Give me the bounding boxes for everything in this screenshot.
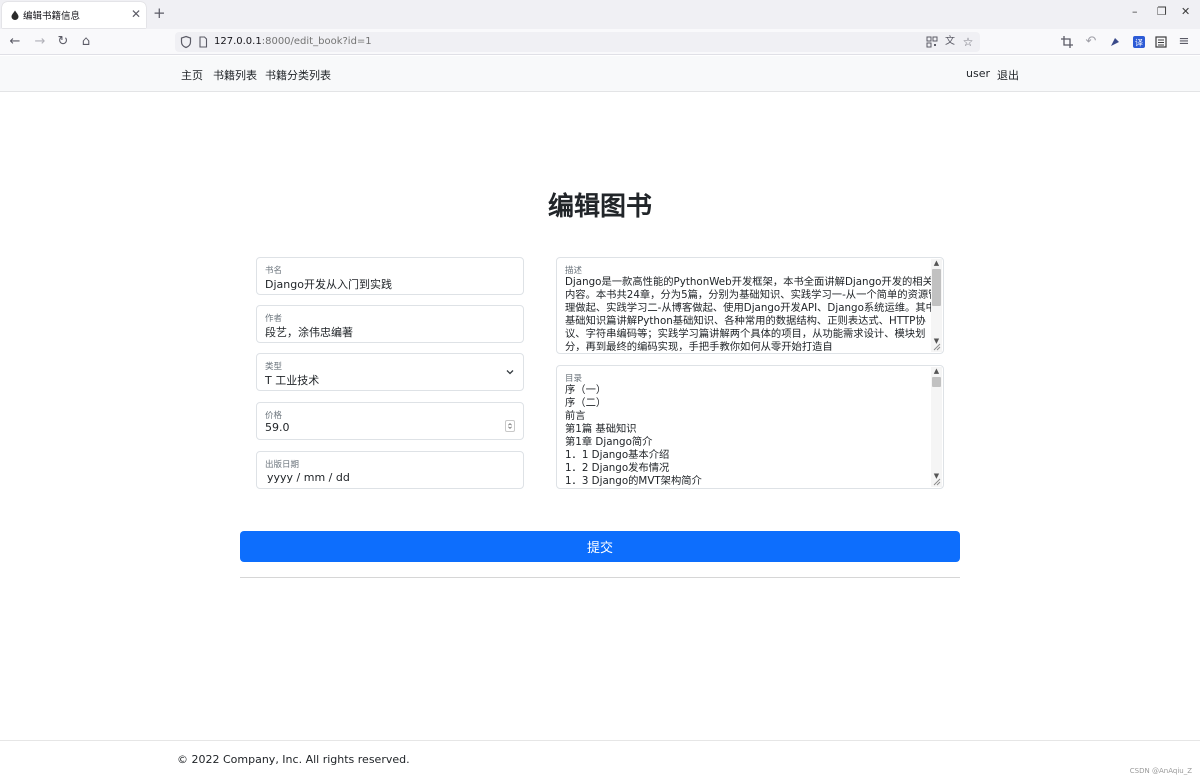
type-value[interactable]: T 工业技术: [265, 372, 319, 388]
submit-button[interactable]: 提交: [240, 531, 960, 562]
undo-icon[interactable]: ↶: [1083, 34, 1099, 50]
url-path: :8000/edit_book?id=1: [261, 36, 372, 47]
translate-extension-icon[interactable]: 译: [1131, 34, 1147, 50]
browser-tab-active[interactable]: 编辑书籍信息 ✕: [2, 2, 146, 28]
scrollbar-thumb[interactable]: [932, 377, 941, 387]
scrollbar-thumb[interactable]: [932, 269, 941, 306]
nav-logout-link[interactable]: 退出: [997, 67, 1019, 83]
toc-text[interactable]: 序（一） 序（二） 前言 第1篇 基础知识 第1章 Django简介 1．1 D…: [565, 384, 942, 488]
menu-icon[interactable]: ≡: [1176, 34, 1192, 50]
tab-close-icon[interactable]: ✕: [131, 7, 141, 21]
address-bar[interactable]: 127.0.0.1:8000/edit_book?id=1 文 ☆: [175, 32, 980, 52]
crop-icon[interactable]: [1059, 34, 1075, 50]
restore-icon[interactable]: ❐: [1157, 6, 1167, 18]
nav-category-list-link[interactable]: 书籍分类列表: [265, 67, 331, 83]
minimize-icon[interactable]: –: [1132, 6, 1138, 18]
qr-icon[interactable]: [925, 35, 939, 49]
description-text[interactable]: Django是一款高性能的PythonWeb开发框架，本书全面讲解Django开…: [565, 276, 942, 354]
price-label: 价格: [265, 411, 283, 421]
toc-line: 1．1 Django基本介绍: [565, 449, 670, 461]
author-label: 作者: [265, 314, 283, 324]
author-value[interactable]: 段艺，涂伟忠编著: [265, 324, 353, 340]
publish-date-placeholder[interactable]: yyyy / mm / dd: [267, 471, 350, 484]
book-name-value[interactable]: Django开发从入门到实践: [265, 276, 392, 292]
nav-home-link[interactable]: 主页: [181, 67, 203, 83]
toc-line: 前言: [565, 410, 586, 422]
translate-icon[interactable]: 文: [943, 35, 957, 49]
resize-grip-icon[interactable]: [933, 478, 941, 486]
toc-line: 序（一）: [565, 384, 607, 396]
chevron-down-icon[interactable]: [505, 367, 515, 377]
type-label: 类型: [265, 362, 283, 372]
price-field[interactable]: 价格 59.0: [256, 402, 524, 440]
toc-line: 1．3 Django的MVT架构简介: [565, 475, 702, 487]
home-icon[interactable]: ⌂: [78, 34, 94, 50]
url-text[interactable]: 127.0.0.1:8000/edit_book?id=1: [214, 36, 372, 47]
scroll-up-icon[interactable]: ▲: [931, 259, 942, 267]
divider: [240, 577, 960, 578]
browser-tab-bar: 编辑书籍信息 ✕ + – ❐ ✕: [0, 0, 1200, 29]
scroll-up-icon[interactable]: ▲: [931, 367, 942, 375]
nav-user-link[interactable]: user: [966, 67, 990, 80]
tab-title: 编辑书籍信息: [23, 11, 81, 22]
author-field[interactable]: 作者 段艺，涂伟忠编著: [256, 305, 524, 343]
description-scrollbar[interactable]: ▲ ▼: [931, 259, 942, 352]
nav-book-list-link[interactable]: 书籍列表: [213, 67, 257, 83]
extension-icon[interactable]: [1107, 34, 1123, 50]
toc-line: 序（二）: [565, 397, 607, 409]
toc-label: 目录: [565, 374, 583, 384]
book-name-label: 书名: [265, 266, 283, 276]
toc-line: 1．2 Django发布情况: [565, 462, 670, 474]
forward-icon[interactable]: →: [32, 34, 48, 50]
footer-divider: [0, 740, 1200, 741]
watermark: CSDN @AnAqiu_Z: [1129, 767, 1192, 775]
publish-date-label: 出版日期: [265, 460, 300, 470]
toc-scrollbar[interactable]: ▲ ▼: [931, 367, 942, 487]
browser-nav-bar: ← → ↻ ⌂ 127.0.0.1:8000/edit_book?id=1 文 …: [0, 29, 1200, 55]
type-select[interactable]: 类型 T 工业技术: [256, 353, 524, 391]
publish-date-field[interactable]: 出版日期 yyyy / mm / dd: [256, 451, 524, 489]
toc-line: 第1章 Django简介: [565, 436, 653, 448]
book-name-field[interactable]: 书名 Django开发从入门到实践: [256, 257, 524, 295]
django-favicon-icon: [11, 10, 19, 20]
reader-icon[interactable]: [1153, 34, 1169, 50]
description-label: 描述: [565, 266, 583, 276]
reload-icon[interactable]: ↻: [55, 34, 71, 50]
resize-grip-icon[interactable]: [933, 343, 941, 351]
number-spinner-icon[interactable]: [505, 420, 515, 432]
site-header: 主页 书籍列表 书籍分类列表 user 退出: [0, 56, 1200, 92]
description-textarea[interactable]: 描述 Django是一款高性能的PythonWeb开发框架，本书全面讲解Djan…: [556, 257, 944, 354]
new-tab-icon[interactable]: +: [153, 5, 166, 21]
footer-copyright: © 2022 Company, Inc. All rights reserved…: [177, 753, 410, 766]
svg-text:译: 译: [1135, 39, 1143, 48]
page-icon[interactable]: [196, 35, 210, 49]
price-value[interactable]: 59.0: [265, 421, 290, 434]
toc-textarea[interactable]: 目录 序（一） 序（二） 前言 第1篇 基础知识 第1章 Django简介 1．…: [556, 365, 944, 489]
star-icon[interactable]: ☆: [961, 35, 975, 49]
window-close-icon[interactable]: ✕: [1181, 6, 1190, 18]
url-host: 127.0.0.1: [214, 36, 262, 47]
toc-line: 第1篇 基础知识: [565, 423, 637, 435]
page-title: 编辑图书: [547, 192, 652, 222]
back-icon[interactable]: ←: [7, 34, 23, 50]
shield-icon[interactable]: [179, 35, 193, 49]
